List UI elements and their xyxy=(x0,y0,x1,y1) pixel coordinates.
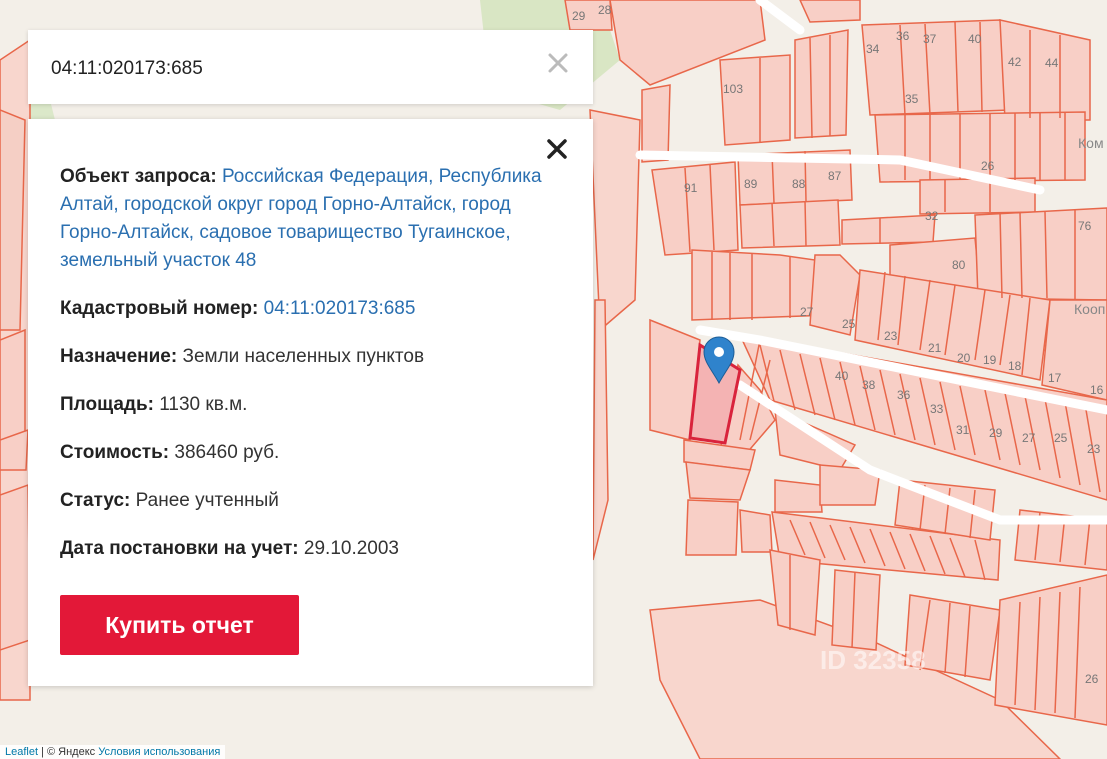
buy-report-button[interactable]: Купить отчет xyxy=(60,595,299,655)
date-value: 29.10.2003 xyxy=(303,538,399,559)
watermark: ID 32358 xyxy=(820,645,926,675)
parcel-number-label: 42 xyxy=(1008,55,1022,69)
close-icon[interactable] xyxy=(543,135,571,163)
parcel-number-label: 16 xyxy=(1090,383,1104,397)
parcel-number-label: 26 xyxy=(981,159,995,173)
parcel-number-label: 38 xyxy=(862,378,876,392)
parcel-number-label: 89 xyxy=(744,177,758,191)
date-row: Дата постановки на учет: 29.10.2003 xyxy=(60,535,560,563)
street-label: Кооп xyxy=(1074,301,1105,317)
parcel-number-label: 27 xyxy=(800,305,814,319)
parcel-number-label: 21 xyxy=(928,341,942,355)
parcel-number-label: 25 xyxy=(1054,431,1068,445)
parcel-number-label: 18 xyxy=(1008,359,1022,373)
street-label: Ком xyxy=(1078,135,1104,151)
parcel-number-label: 29 xyxy=(572,9,586,23)
parcel-number-label: 35 xyxy=(905,92,919,106)
parcel-number-label: 80 xyxy=(952,258,966,272)
parcel-number-label: 91 xyxy=(684,181,698,195)
object-label: Объект запроса: xyxy=(60,166,217,187)
parcel-number-label: 17 xyxy=(1048,371,1062,385)
parcel-number-label: 40 xyxy=(968,32,982,46)
purpose-value: Земли населенных пунктов xyxy=(182,346,425,367)
status-label: Статус: xyxy=(60,490,131,511)
parcel-number-label: 31 xyxy=(956,423,970,437)
parcel-number-label: 19 xyxy=(983,353,997,367)
map-attribution: Leaflet | © Яндекс Условия использования xyxy=(0,745,226,759)
status-value: Ранее учтенный xyxy=(135,490,279,511)
parcel-number-label: 34 xyxy=(866,42,880,56)
date-label: Дата постановки на учет: xyxy=(60,538,299,559)
parcel-number-label: 20 xyxy=(957,351,971,365)
parcel-number-label: 33 xyxy=(930,402,944,416)
leaflet-link[interactable]: Leaflet xyxy=(5,746,38,758)
parcel-info-popup: Объект запроса: Российская Федерация, Ре… xyxy=(28,119,593,686)
cadastral-row: Кадастровый номер: 04:11:020173:685 xyxy=(60,295,560,323)
purpose-label: Назначение: xyxy=(60,346,178,367)
parcel-number-label: 40 xyxy=(835,369,849,383)
parcel-number-label: 32 xyxy=(925,209,939,223)
parcel-number-label: 25 xyxy=(842,317,856,331)
parcel-number-label: 37 xyxy=(923,32,937,46)
terms-link[interactable]: Условия использования xyxy=(98,746,220,758)
attribution-separator: | © Яндекс xyxy=(38,746,99,758)
area-label: Площадь: xyxy=(60,394,154,415)
parcel-number-label: 23 xyxy=(884,329,898,343)
cadastral-label: Кадастровый номер: xyxy=(60,298,259,319)
clear-search-icon[interactable] xyxy=(543,48,573,78)
parcel-number-label: 87 xyxy=(828,169,842,183)
cost-label: Стоимость: xyxy=(60,442,170,463)
parcel-number-label: 23 xyxy=(1087,442,1101,456)
search-box: 04:11:020173:685 xyxy=(28,30,593,104)
parcel-number-label: 44 xyxy=(1045,56,1059,70)
cadastral-number-link[interactable]: 04:11:020173:685 xyxy=(264,298,416,319)
cost-row: Стоимость: 386460 руб. xyxy=(60,439,560,467)
parcel-number-label: 103 xyxy=(723,82,743,96)
parcel-number-label: 88 xyxy=(792,177,806,191)
status-row: Статус: Ранее учтенный xyxy=(60,487,560,515)
object-row: Объект запроса: Российская Федерация, Ре… xyxy=(60,163,560,275)
parcel-number-label: 29 xyxy=(989,426,1003,440)
cost-value: 386460 руб. xyxy=(174,442,280,463)
purpose-row: Назначение: Земли населенных пунктов xyxy=(60,343,560,371)
popup-details: Объект запроса: Российская Федерация, Ре… xyxy=(60,163,560,583)
parcel-number-label: 36 xyxy=(897,388,911,402)
parcel-number-label: 27 xyxy=(1022,431,1036,445)
area-row: Площадь: 1130 кв.м. xyxy=(60,391,560,419)
area-value: 1130 кв.м. xyxy=(159,394,248,415)
parcel-number-label: 36 xyxy=(896,29,910,43)
parcel-number-label: 26 xyxy=(1085,672,1099,686)
search-input[interactable]: 04:11:020173:685 xyxy=(51,58,203,80)
parcel-number-label: 76 xyxy=(1078,219,1092,233)
parcel-number-label: 28 xyxy=(598,3,612,17)
